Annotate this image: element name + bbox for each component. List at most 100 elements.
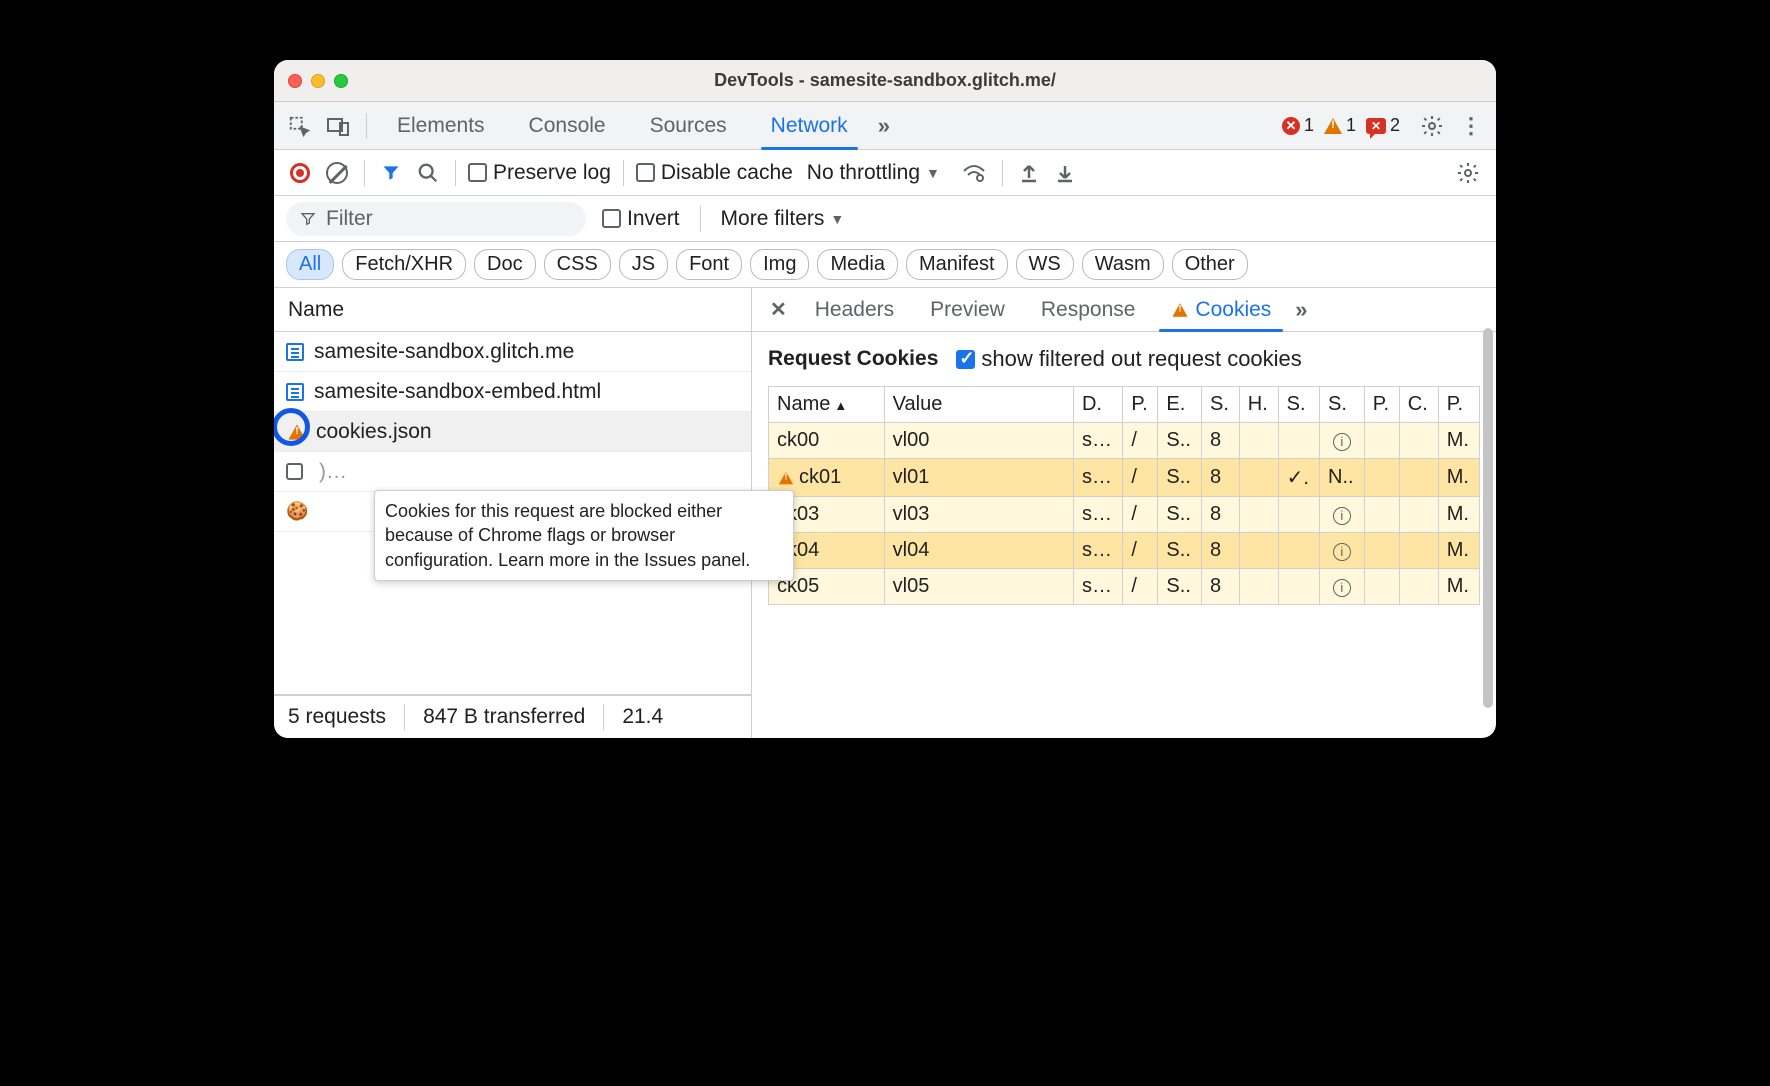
issue-badges[interactable]: ✕1 1 ✕2: [1282, 115, 1400, 136]
col-samesite[interactable]: S.: [1320, 387, 1365, 423]
chevron-down-icon: ▼: [926, 165, 940, 181]
tab-cookies[interactable]: Cookies: [1155, 288, 1287, 331]
load-time: 21.4: [622, 705, 663, 729]
type-pill-img[interactable]: Img: [750, 249, 809, 280]
cookie-row[interactable]: ck03vl03s…/S..8iM.: [769, 497, 1480, 533]
type-pill-all[interactable]: All: [286, 249, 334, 280]
type-pill-wasm[interactable]: Wasm: [1082, 249, 1164, 280]
close-detail-icon[interactable]: ✕: [762, 297, 795, 322]
col-name[interactable]: Name▲: [769, 387, 885, 423]
type-pill-js[interactable]: JS: [619, 249, 668, 280]
blocked-cookies-tooltip: Cookies for this request are blocked eit…: [374, 490, 794, 581]
record-button[interactable]: [286, 159, 314, 187]
errors-count: 1: [1304, 115, 1314, 136]
tab-headers[interactable]: Headers: [799, 288, 910, 331]
network-settings-icon[interactable]: [1452, 157, 1484, 189]
filter-bar: Filter Invert More filters ▼: [274, 196, 1496, 242]
col-expires[interactable]: E.: [1158, 387, 1202, 423]
request-name: cookies.json: [316, 420, 432, 444]
inspect-element-icon[interactable]: [284, 111, 314, 141]
throttling-label: No throttling: [807, 161, 920, 185]
invert-checkbox[interactable]: Invert: [602, 207, 680, 231]
chevron-down-icon: ▼: [830, 211, 844, 227]
tab-console[interactable]: Console: [511, 102, 624, 149]
messages-badge[interactable]: ✕2: [1366, 115, 1400, 136]
separator: [455, 160, 456, 186]
main-tabs: Elements Console Sources Network » ✕1 1 …: [274, 102, 1496, 150]
upload-har-icon[interactable]: [1015, 158, 1043, 188]
type-pill-font[interactable]: Font: [676, 249, 742, 280]
type-pill-manifest[interactable]: Manifest: [906, 249, 1008, 280]
col-path[interactable]: P.: [1123, 387, 1158, 423]
warning-icon: [1173, 303, 1188, 317]
preserve-log-checkbox[interactable]: Preserve log: [468, 161, 611, 185]
type-pill-other[interactable]: Other: [1172, 249, 1248, 280]
separator: [700, 206, 701, 232]
request-name: samesite-sandbox-embed.html: [314, 380, 601, 404]
col-size[interactable]: S.: [1202, 387, 1240, 423]
more-filters-dropdown[interactable]: More filters ▼: [721, 207, 845, 231]
device-toolbar-icon[interactable]: [322, 111, 354, 141]
request-row[interactable]: )…: [274, 452, 751, 492]
status-bar: 5 requests 847 B transferred 21.4: [274, 694, 751, 738]
col-crosssite[interactable]: C.: [1399, 387, 1438, 423]
filter-input[interactable]: Filter: [286, 202, 586, 236]
request-row[interactable]: samesite-sandbox.glitch.me: [274, 332, 751, 372]
cookie-row[interactable]: ck04vl04s…/S..8iM.: [769, 533, 1480, 569]
sort-asc-icon: ▲: [834, 398, 847, 413]
search-icon[interactable]: [413, 158, 443, 188]
devtools-window: DevTools - samesite-sandbox.glitch.me/ E…: [274, 60, 1496, 738]
tab-sources[interactable]: Sources: [632, 102, 745, 149]
titlebar: DevTools - samesite-sandbox.glitch.me/: [274, 60, 1496, 102]
cookies-body: Request Cookies show filtered out reques…: [752, 332, 1496, 738]
tab-network[interactable]: Network: [753, 102, 866, 149]
more-filters-label: More filters: [721, 207, 825, 231]
throttling-select[interactable]: No throttling ▼: [807, 161, 940, 185]
col-value[interactable]: Value: [884, 387, 1073, 423]
download-har-icon[interactable]: [1051, 158, 1079, 188]
request-row[interactable]: cookies.json: [274, 412, 751, 452]
warnings-badge[interactable]: 1: [1324, 115, 1356, 136]
col-priority[interactable]: P.: [1438, 387, 1479, 423]
errors-badge[interactable]: ✕1: [1282, 115, 1314, 136]
scroll-thumb[interactable]: [1483, 328, 1493, 708]
request-row[interactable]: samesite-sandbox-embed.html: [274, 372, 751, 412]
cookie-row[interactable]: ck01vl01s…/S..8✓.N..M.: [769, 459, 1480, 497]
separator: [603, 704, 604, 730]
type-pill-fetch[interactable]: Fetch/XHR: [342, 249, 466, 280]
invert-label: Invert: [627, 207, 680, 231]
type-pill-ws[interactable]: WS: [1016, 249, 1074, 280]
cookie-row[interactable]: ck00vl00s…/S..8iM.: [769, 423, 1480, 459]
cookies-header-row: Name▲ Value D. P. E. S. H. S. S. P. C. P…: [769, 387, 1480, 423]
show-filtered-checkbox[interactable]: show filtered out request cookies: [956, 346, 1301, 372]
scrollbar[interactable]: [1482, 288, 1494, 738]
clear-button[interactable]: [322, 158, 352, 188]
network-conditions-icon[interactable]: [958, 159, 990, 187]
messages-count: 2: [1390, 115, 1400, 136]
col-domain[interactable]: D.: [1073, 387, 1122, 423]
type-pill-css[interactable]: CSS: [544, 249, 611, 280]
tab-elements[interactable]: Elements: [379, 102, 503, 149]
more-detail-tabs-icon[interactable]: »: [1291, 293, 1311, 327]
warnings-count: 1: [1346, 115, 1356, 136]
document-icon: [286, 343, 304, 361]
tab-preview[interactable]: Preview: [914, 288, 1021, 331]
checkbox-icon: [286, 463, 303, 480]
type-pill-media[interactable]: Media: [817, 249, 897, 280]
type-pill-doc[interactable]: Doc: [474, 249, 536, 280]
more-tabs-icon[interactable]: »: [874, 109, 894, 143]
settings-icon[interactable]: [1416, 110, 1448, 142]
kebab-menu-icon[interactable]: ⋮: [1456, 109, 1486, 143]
separator: [364, 160, 365, 186]
cookie-icon: 🍪: [286, 501, 308, 522]
col-secure[interactable]: S.: [1278, 387, 1319, 423]
document-icon: [286, 383, 304, 401]
filter-toggle-icon[interactable]: [377, 159, 405, 187]
request-name: samesite-sandbox.glitch.me: [314, 340, 574, 364]
cookie-row[interactable]: ck05vl05s…/S..8iM.: [769, 569, 1480, 605]
col-httponly[interactable]: H.: [1239, 387, 1278, 423]
col-partition[interactable]: P.: [1364, 387, 1399, 423]
tab-response[interactable]: Response: [1025, 288, 1152, 331]
disable-cache-checkbox[interactable]: Disable cache: [636, 161, 793, 185]
name-column-header[interactable]: Name: [274, 288, 751, 332]
